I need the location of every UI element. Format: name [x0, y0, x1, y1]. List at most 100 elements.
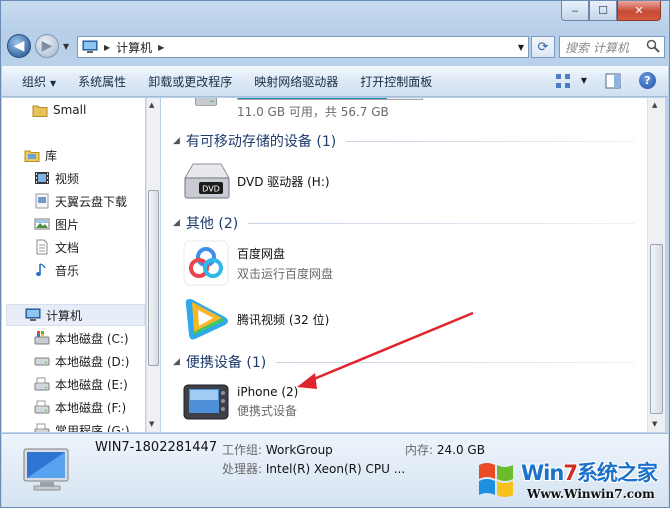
nav-item-label: 库	[45, 148, 58, 163]
collapse-triangle-icon[interactable]: ◢	[173, 357, 180, 367]
dvd-drive-item[interactable]: DVD DVD 驱动器 (H:)	[181, 158, 330, 204]
drive-icon	[194, 98, 218, 106]
drive-item-top[interactable]: 11.0 GB 可用，共 56.7 GB	[181, 98, 423, 120]
address-dropdown[interactable]: ▼	[518, 43, 524, 52]
nav-item-drive-e[interactable]: 本地磁盘 (E:)	[34, 373, 128, 395]
nav-item-label: 计算机	[46, 308, 83, 323]
group-header-removable[interactable]: ◢ 有可移动存储的设备 (1)	[173, 130, 635, 152]
group-divider	[248, 222, 635, 224]
scroll-thumb[interactable]	[650, 244, 663, 414]
computer-icon	[82, 40, 98, 53]
content-scrollbar[interactable]: ▲ ▼	[647, 98, 665, 432]
nav-item-small[interactable]: Small	[32, 99, 86, 121]
nav-item-drive-f[interactable]: 本地磁盘 (F:)	[34, 396, 126, 418]
search-input[interactable]: 搜索 计算机	[559, 36, 665, 58]
nav-item-music[interactable]: 音乐	[34, 259, 79, 281]
group-header-other[interactable]: ◢ 其他 (2)	[173, 212, 635, 234]
picture-icon	[34, 218, 50, 230]
nav-item-drive-c[interactable]: 本地磁盘 (C:)	[34, 327, 129, 349]
refresh-icon: ⟳	[537, 39, 549, 55]
drive-icon	[34, 377, 50, 391]
windows-logo-icon	[479, 463, 513, 497]
tencent-video-item[interactable]: 腾讯视频 (32 位)	[181, 296, 329, 342]
nav-item-drive-d[interactable]: 本地磁盘 (D:)	[34, 350, 129, 372]
workgroup-label: 工作组:	[222, 443, 263, 457]
breadcrumb-location[interactable]: 计算机	[116, 39, 152, 56]
collapse-triangle-icon[interactable]: ◢	[173, 136, 180, 146]
scroll-thumb[interactable]	[148, 190, 159, 366]
uninstall-program-button[interactable]: 卸载或更改程序	[148, 73, 232, 90]
scroll-down-arrow[interactable]: ▼	[149, 420, 154, 428]
navigation-bar: ◀ ▶ ▼ ▶ 计算机 ▶ ▼ ⟳ 搜索 计算机	[7, 34, 665, 60]
drive-free-space: 11.0 GB 可用，共 56.7 GB	[237, 105, 389, 119]
watermark-title-rest: 系统之家	[576, 461, 658, 485]
group-divider	[346, 140, 635, 142]
folder-icon	[32, 105, 48, 117]
system-properties-button[interactable]: 系统属性	[78, 73, 126, 90]
document-icon	[36, 239, 48, 255]
nav-item-label: 本地磁盘 (F:)	[55, 400, 127, 415]
tencent-video-title: 腾讯视频 (32 位)	[237, 312, 330, 327]
watermark-title-seven: 7	[563, 461, 578, 485]
minimize-button[interactable]: ‒	[561, 1, 589, 21]
navigation-pane: Small 库 视频 天翼云盘下载 图片 文档 音乐 计算机 本地磁盘 (C:)…	[2, 98, 145, 432]
map-network-drive-button[interactable]: 映射网络驱动器	[254, 73, 338, 90]
site-watermark: Win7系统之家 Www.Winwin7.com	[475, 455, 667, 507]
explorer-window: ‒ ☐ ✕ ◀ ▶ ▼ ▶ 计算机 ▶ ▼ ⟳ 搜索 计算机 组织 ▼ 系统属性…	[0, 0, 670, 508]
nav-item-documents[interactable]: 文档	[34, 236, 79, 258]
group-title: 有可移动存储的设备 (1)	[185, 134, 337, 150]
navigation-pane-scrollbar[interactable]: ▲ ▼	[146, 98, 160, 432]
open-control-panel-button[interactable]: 打开控制面板	[360, 73, 432, 90]
close-button[interactable]: ✕	[617, 1, 661, 21]
iphone-device-item[interactable]: iPhone (2) 便携式设备	[181, 379, 298, 425]
baidu-netdisk-icon	[183, 240, 229, 286]
nav-item-label: 常用程序 (G:)	[55, 423, 130, 433]
arrow-right-icon: ▶	[41, 38, 53, 54]
group-header-portable[interactable]: ◢ 便携设备 (1)	[173, 351, 635, 373]
nav-item-tianyi-download[interactable]: 天翼云盘下载	[34, 190, 127, 212]
chevron-down-icon: ▼	[50, 78, 57, 88]
group-divider	[276, 361, 635, 363]
back-button[interactable]: ◀	[7, 34, 31, 58]
nav-item-label: 本地磁盘 (E:)	[55, 377, 128, 392]
refresh-button[interactable]: ⟳	[531, 36, 555, 58]
iphone-device-title: iPhone (2)	[237, 385, 299, 399]
dvd-drive-icon: DVD	[184, 163, 230, 199]
view-dropdown-chevron-icon[interactable]: ▼	[581, 76, 587, 85]
help-icon[interactable]: ?	[639, 72, 656, 89]
group-title: 便携设备 (1)	[185, 355, 267, 371]
nav-item-label: 天翼云盘下载	[55, 194, 128, 209]
breadcrumb-separator[interactable]: ▶	[158, 43, 164, 52]
nav-item-video[interactable]: 视频	[34, 167, 79, 189]
change-view-icon[interactable]	[555, 73, 571, 89]
nav-item-pictures[interactable]: 图片	[34, 213, 79, 235]
memory-label: 内存:	[405, 443, 434, 457]
dvd-icon-label: DVD	[202, 185, 220, 194]
breadcrumb-separator[interactable]: ▶	[104, 43, 110, 52]
nav-item-drive-g[interactable]: 常用程序 (G:)	[34, 419, 130, 432]
nav-item-label: 音乐	[55, 263, 80, 278]
nav-item-label: Small	[53, 103, 87, 117]
nav-item-library[interactable]: 库	[24, 144, 57, 166]
scroll-down-arrow[interactable]: ▼	[652, 420, 657, 428]
search-icon[interactable]	[646, 39, 660, 53]
forward-button[interactable]: ▶	[35, 34, 59, 58]
organize-button[interactable]: 组织 ▼	[22, 73, 56, 90]
watermark-title: Win7系统之家	[521, 457, 658, 487]
preview-pane-icon[interactable]	[605, 73, 621, 89]
baidu-netdisk-item[interactable]: 百度网盘 双击运行百度网盘	[181, 240, 333, 286]
nav-item-computer[interactable]: 计算机	[6, 304, 145, 326]
content-pane: 11.0 GB 可用，共 56.7 GB ◢ 有可移动存储的设备 (1) DVD…	[161, 98, 647, 432]
video-icon	[35, 172, 49, 184]
scroll-up-arrow[interactable]: ▲	[149, 101, 154, 109]
scroll-up-arrow[interactable]: ▲	[652, 101, 657, 109]
music-icon	[36, 263, 46, 276]
windows-drive-icon	[34, 331, 50, 345]
address-bar[interactable]: ▶ 计算机 ▶ ▼	[77, 36, 529, 58]
nav-item-label: 文档	[55, 240, 80, 255]
collapse-triangle-icon[interactable]: ◢	[173, 218, 180, 228]
processor-label: 处理器:	[222, 462, 263, 476]
recent-pages-dropdown[interactable]: ▼	[63, 42, 69, 51]
maximize-button[interactable]: ☐	[589, 1, 617, 21]
organize-label: 组织	[22, 74, 47, 89]
